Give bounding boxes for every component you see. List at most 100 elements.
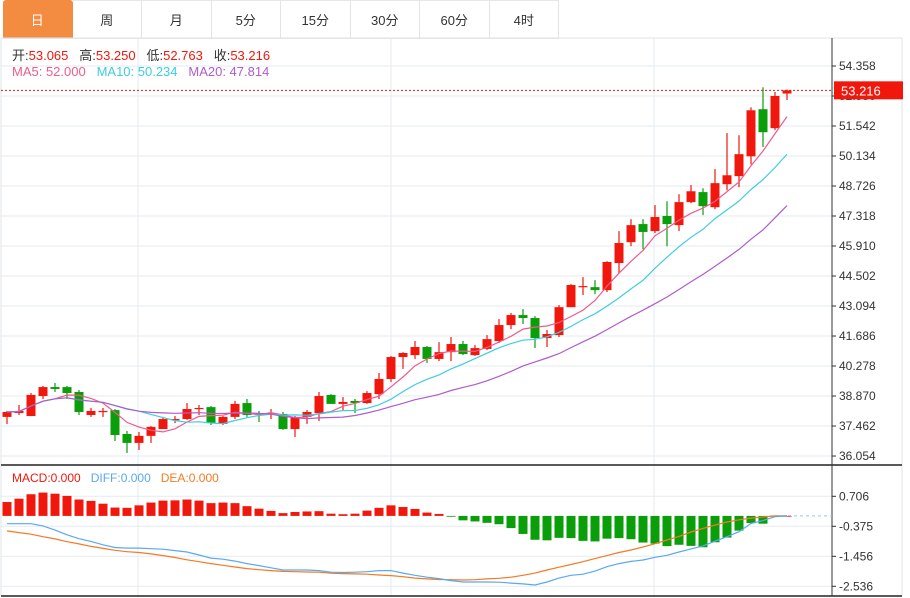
price-tick-label: 51.542 — [839, 119, 876, 133]
macd-bar — [326, 513, 336, 516]
candle-up — [410, 347, 420, 356]
macd-bar — [338, 514, 348, 516]
macd-bar — [734, 515, 744, 531]
macd-bar — [530, 515, 540, 540]
price-tick-label: 41.686 — [839, 329, 876, 343]
price-tick-label: 36.054 — [839, 449, 876, 463]
macd-bar — [722, 515, 732, 538]
macd-tick-label: 0.706 — [839, 489, 869, 503]
macd-bar — [278, 513, 288, 516]
candle-up — [290, 416, 300, 430]
macd-bar — [194, 500, 204, 516]
macd-bar — [38, 492, 48, 516]
ma-readout: MA5: 52.000 MA10: 50.234 MA20: 47.814 — [12, 64, 269, 79]
ohlc-readout: 开:53.065 高:53.250 低:52.763 收:53.216 — [12, 45, 270, 64]
candle-up — [386, 357, 396, 379]
candle-down — [62, 387, 72, 394]
low-label: 低: — [146, 48, 164, 63]
candle-up — [158, 419, 168, 430]
macd-bar — [482, 515, 492, 523]
candle-up — [770, 96, 780, 129]
macd-bar — [86, 500, 96, 516]
price-tick-label: 38.870 — [839, 389, 876, 403]
macd-bar — [134, 505, 144, 516]
macd-bar — [698, 515, 708, 548]
kline-chart[interactable]: 54.35852.95051.54250.13448.72647.31845.9… — [0, 0, 910, 598]
macd-bar — [374, 507, 384, 516]
macd-bar — [230, 503, 240, 516]
price-tick-label: 50.134 — [839, 149, 876, 163]
high-label: 高: — [79, 48, 96, 63]
macd-bar — [674, 515, 684, 545]
macd-readout: MACD:0.000 DIFF:0.000 DEA:0.000 — [12, 471, 219, 485]
candle-up — [194, 407, 204, 410]
macd-bar — [626, 515, 636, 540]
macd-bar — [26, 494, 36, 516]
candle-up — [230, 403, 240, 417]
macd-bar — [14, 498, 24, 516]
price-tick-label: 48.726 — [839, 179, 876, 193]
candle-up — [722, 175, 732, 185]
macd-bar — [266, 510, 276, 516]
price-tick-label: 45.910 — [839, 239, 876, 253]
macd-bar — [614, 515, 624, 539]
candle-down — [590, 287, 600, 291]
macd-tick-label: -0.375 — [839, 519, 873, 533]
candle-up — [134, 435, 144, 443]
macd-bar — [2, 502, 12, 516]
macd-bar — [422, 512, 432, 516]
candle-up — [494, 325, 504, 342]
ma5-value: MA5: 52.000 — [12, 64, 86, 79]
macd-bar — [662, 515, 672, 547]
price-tick-label: 47.318 — [839, 209, 876, 223]
macd-bar — [446, 515, 456, 517]
ma5-line — [6, 116, 788, 433]
macd-bar — [410, 508, 420, 516]
macd-bar — [362, 510, 372, 516]
macd-bar — [458, 515, 468, 521]
macd-bar — [50, 493, 60, 516]
macd-bar — [398, 507, 408, 516]
macd-bar — [122, 507, 132, 516]
candle-down — [458, 344, 468, 355]
candle-down — [662, 215, 672, 225]
candle-up — [746, 110, 756, 157]
candle-up — [578, 286, 588, 288]
macd-bar — [206, 503, 216, 516]
macd-bar — [542, 515, 552, 541]
macd-value: MACD:0.000 — [12, 471, 81, 485]
last-price-label: 53.216 — [841, 83, 881, 98]
price-axis: 54.35852.95051.54250.13448.72647.31845.9… — [832, 59, 903, 593]
candle-up — [614, 243, 624, 264]
candle-up — [314, 396, 324, 414]
macd-bar — [506, 515, 516, 529]
diff-value: DIFF:0.000 — [90, 471, 151, 485]
low-value: 52.763 — [163, 48, 203, 63]
candle-down — [638, 224, 648, 232]
macd-bar — [578, 515, 588, 541]
price-tick-label: 40.278 — [839, 359, 876, 373]
macd-bar — [350, 513, 360, 516]
candle-down — [518, 315, 528, 319]
macd-bar — [302, 511, 312, 516]
macd-bar — [470, 515, 480, 522]
macd-bar — [182, 499, 192, 516]
candle-up — [398, 352, 408, 358]
candle-up — [38, 387, 48, 397]
price-tick-label: 54.358 — [839, 59, 876, 73]
macd-bar — [254, 508, 264, 516]
macd-bar — [650, 515, 660, 544]
macd-bar — [314, 511, 324, 516]
candle-up — [146, 426, 156, 436]
close-label: 收: — [213, 48, 231, 63]
macd-panel — [2, 492, 832, 586]
macd-bar — [386, 505, 396, 516]
candle-up — [98, 410, 108, 413]
candle-down — [110, 410, 120, 436]
candle-up — [650, 217, 660, 232]
candle-down — [122, 433, 132, 443]
dea-value: DEA:0.000 — [160, 471, 219, 485]
macd-bar — [590, 515, 600, 542]
candles — [2, 87, 792, 453]
macd-bar — [290, 512, 300, 516]
